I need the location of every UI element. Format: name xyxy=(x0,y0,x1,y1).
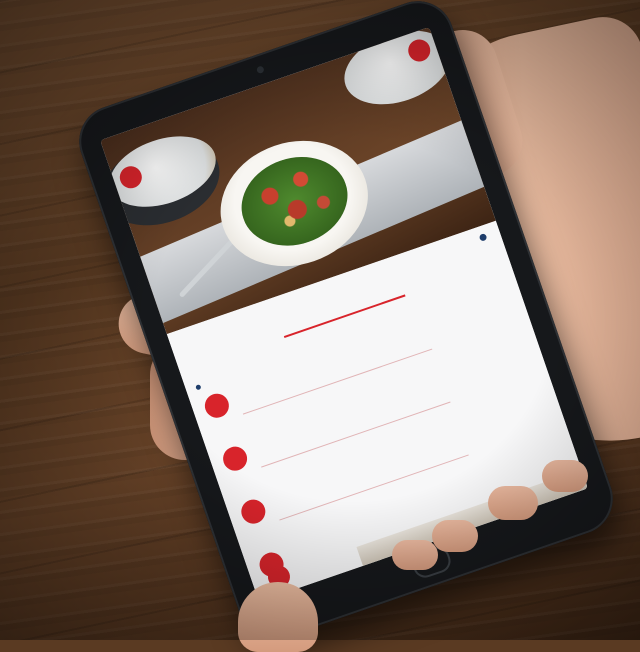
vignette xyxy=(0,0,640,640)
